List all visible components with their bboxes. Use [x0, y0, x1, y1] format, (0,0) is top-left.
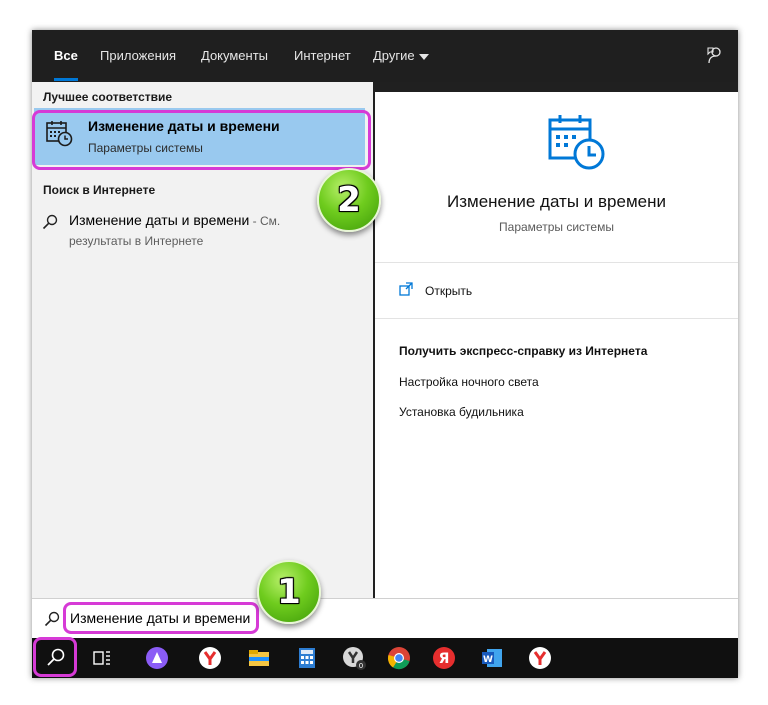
svg-text:0: 0 [359, 662, 363, 670]
web-search-heading: Поиск в Интернете [43, 183, 156, 197]
chevron-down-icon [418, 53, 429, 60]
tab-apps[interactable]: Приложения [100, 44, 176, 68]
calendar-clock-large-icon [548, 115, 605, 170]
svg-text:W: W [483, 655, 493, 665]
search-tabbar: Все Приложения Документы Интернет Другие [32, 30, 738, 82]
yandex-alt-icon[interactable]: 0 [342, 646, 366, 670]
divider [375, 262, 738, 263]
detail-subtitle: Параметры системы [499, 220, 614, 234]
tab-other[interactable]: Другие [373, 44, 429, 68]
divider [375, 318, 738, 319]
yandex-app-icon[interactable]: Я [432, 646, 456, 670]
search-icon [44, 611, 60, 627]
step-2-number: 2 [337, 180, 361, 220]
open-label: Открыть [425, 284, 473, 298]
tab-internet[interactable]: Интернет [294, 44, 351, 68]
search-icon [42, 214, 58, 230]
web-result-title-line: Изменение даты и времени - См. [69, 212, 280, 228]
best-match-highlight [32, 110, 371, 170]
tab-other-label: Другие [373, 48, 415, 63]
search-text-highlight [63, 602, 259, 634]
word-icon[interactable]: W [480, 646, 504, 670]
help-heading: Получить экспресс-справку из Интернета [399, 344, 648, 358]
best-match-heading: Лучшее соответствие [43, 90, 173, 104]
detail-title: Изменение даты и времени [447, 192, 666, 211]
help-link-night-light[interactable]: Настройка ночного света [399, 375, 539, 389]
tab-all[interactable]: Все [54, 44, 78, 81]
alice-icon[interactable] [145, 646, 169, 670]
web-result-subtitle: результаты в Интернете [69, 234, 204, 248]
help-link-alarm[interactable]: Установка будильника [399, 405, 524, 419]
feedback-icon[interactable] [706, 46, 724, 64]
taskbar: 0 Я W [32, 638, 738, 678]
web-result-suffix: - См. [249, 214, 281, 228]
file-explorer-icon[interactable] [247, 646, 271, 670]
detail-pane: Изменение даты и времени Параметры систе… [375, 92, 738, 598]
step-2-badge: 2 [317, 168, 381, 232]
yandex-browser-2-icon[interactable] [528, 646, 552, 670]
web-result-title: Изменение даты и времени [69, 212, 250, 228]
step-1-number: 1 [277, 572, 301, 612]
task-view-icon[interactable] [90, 646, 114, 670]
tab-documents[interactable]: Документы [201, 44, 268, 68]
svg-text:Я: Я [439, 651, 450, 667]
chrome-icon[interactable] [387, 646, 411, 670]
step-1-badge: 1 [257, 560, 321, 624]
calculator-icon[interactable] [295, 646, 319, 670]
open-external-icon [399, 282, 413, 296]
yandex-browser-icon[interactable] [198, 646, 222, 670]
search-button-highlight [33, 637, 77, 677]
